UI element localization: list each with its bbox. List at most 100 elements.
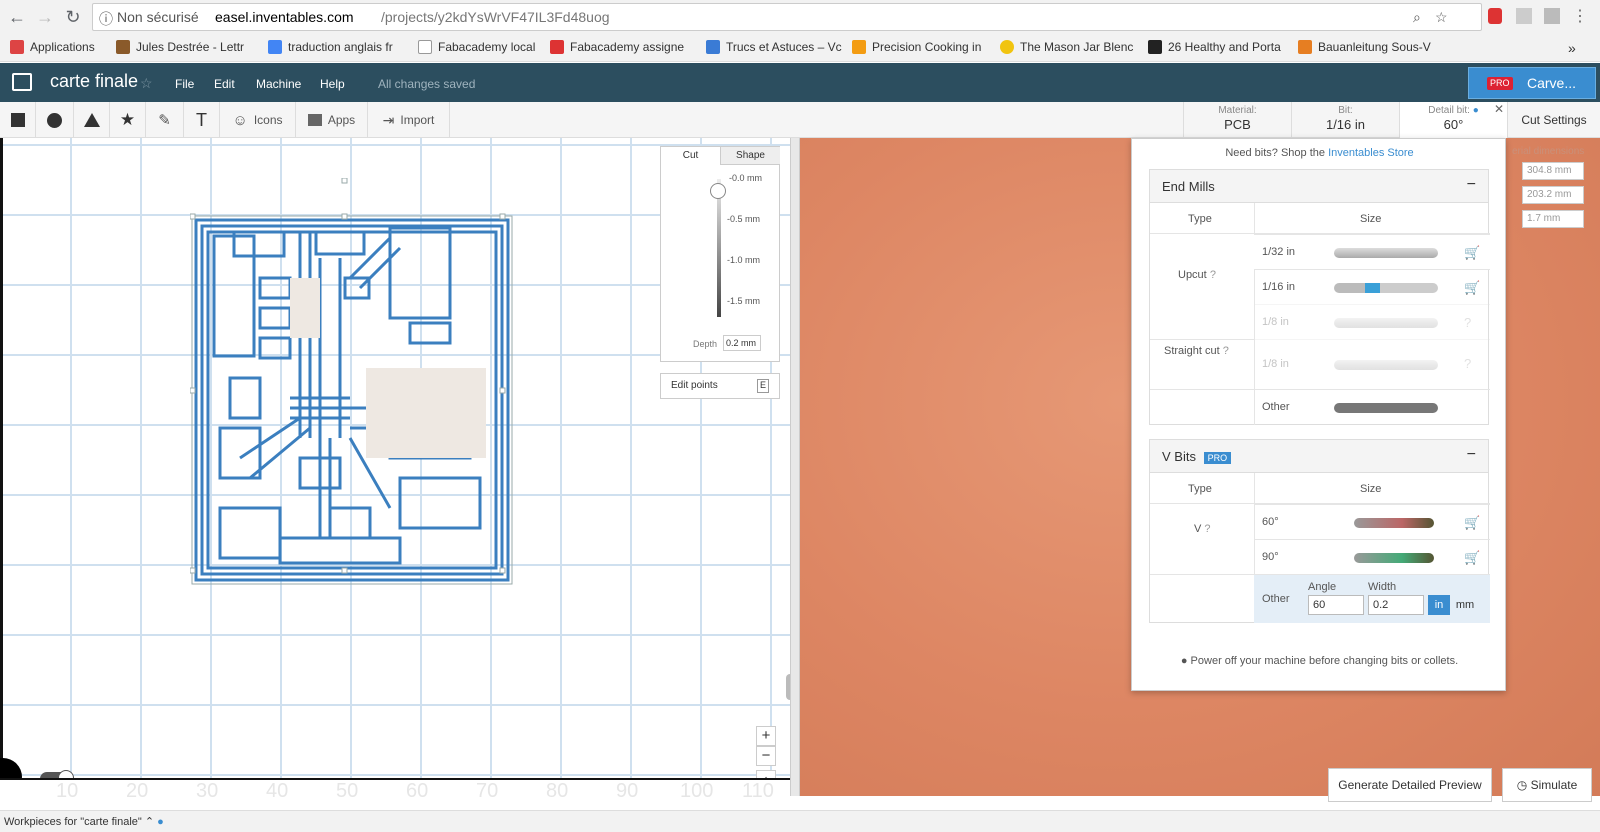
bookmark-item[interactable]: traduction anglais fr <box>268 40 393 54</box>
collapse-icon[interactable]: − <box>1467 176 1476 194</box>
v-bit-row-90[interactable]: 90° 🛒 <box>1254 539 1490 574</box>
import-tool[interactable]: ⇥ Import <box>368 102 450 138</box>
apps-tool[interactable]: Apps <box>296 102 368 138</box>
simulate-button[interactable]: ◷ Simulate <box>1502 768 1592 802</box>
detail-bit-selector[interactable]: Detail bit: ● 60° <box>1399 102 1507 138</box>
ruler-label: 40 <box>266 780 289 802</box>
bookmark-item[interactable]: Bauanleitung Sous-V <box>1298 40 1431 54</box>
zoom-icon[interactable]: ⌕ <box>1413 9 1421 26</box>
material-selector[interactable]: Material: PCB <box>1183 102 1291 138</box>
menu-dots-icon[interactable]: ⋮ <box>1572 6 1588 26</box>
v-bits-header[interactable]: V Bits PRO − <box>1149 439 1489 473</box>
back-arrow-icon[interactable]: ← <box>6 6 28 28</box>
facebook-extension-icon[interactable] <box>1544 8 1560 24</box>
v-bit-row-60[interactable]: 60° 🛒 <box>1254 504 1490 539</box>
bookmark-item[interactable]: Fabacademy local <box>418 40 535 54</box>
angle-label: Angle <box>1308 581 1337 593</box>
tab-cut[interactable]: Cut <box>661 147 720 165</box>
apps-grid-icon <box>10 40 24 54</box>
bit-selector[interactable]: Bit: 1/16 in <box>1291 102 1399 138</box>
zoom-in-button[interactable]: + <box>756 726 776 746</box>
height-field[interactable]: 203.2 mm <box>1522 186 1584 204</box>
depth-slider-handle[interactable] <box>710 183 726 199</box>
menu-edit[interactable]: Edit <box>214 77 235 91</box>
zoom-out-button[interactable]: − <box>756 746 776 766</box>
help-icon[interactable]: ? <box>1223 345 1229 357</box>
width-input[interactable]: 0.2 <box>1368 595 1424 615</box>
reload-icon[interactable]: ↻ <box>62 6 84 28</box>
bit-row-other[interactable]: Other <box>1254 390 1490 425</box>
collapse-icon[interactable]: − <box>1467 446 1476 464</box>
v-label: V ? <box>1194 523 1211 535</box>
help-icon[interactable]: ? <box>1464 356 1471 371</box>
carve-button[interactable]: PRO Carve... <box>1468 67 1596 99</box>
ruler-label: 90 <box>616 780 639 802</box>
bit-row-1-8-straight[interactable]: 1/8 in ? <box>1254 339 1490 389</box>
triangle-shape-tool[interactable] <box>74 102 110 138</box>
bit-row-1-32[interactable]: 1/32 in 🛒 <box>1254 234 1490 269</box>
bookmark-item[interactable]: Jules Destrée - Lettr <box>116 40 244 54</box>
canvas-edge <box>0 138 3 796</box>
inventables-store-link[interactable]: Inventables Store <box>1328 147 1414 159</box>
menu-machine[interactable]: Machine <box>256 77 301 91</box>
bookmark-item[interactable]: Trucs et Astuces – Vc <box>706 40 842 54</box>
end-mills-header[interactable]: End Mills − <box>1149 169 1489 203</box>
unit-in-button[interactable]: in <box>1428 595 1450 615</box>
close-icon[interactable]: ✕ <box>1494 102 1504 116</box>
favorite-star-icon[interactable]: ☆ <box>140 75 153 92</box>
pen-tool[interactable]: ✎ <box>146 102 184 138</box>
workpieces-bar[interactable]: Workpieces for "carte finale" ⌃ ● <box>0 810 1600 832</box>
bit-row-1-16[interactable]: 1/16 in 🛒 <box>1254 269 1490 304</box>
cart-icon[interactable]: 🛒 <box>1464 245 1480 261</box>
info-icon: ⓘ <box>99 11 113 27</box>
material-dimensions-label: erial dimensions <box>1512 146 1585 157</box>
icons-tool[interactable]: ☺ Icons <box>220 102 296 138</box>
material-dimensions: erial dimensions 304.8 mm 203.2 mm 1.7 m… <box>1506 144 1600 244</box>
cut-settings-button[interactable]: Cut Settings <box>1507 102 1600 138</box>
square-shape-tool[interactable] <box>0 102 36 138</box>
pdf-extension-icon[interactable] <box>1516 8 1532 24</box>
help-icon[interactable]: ? <box>1210 269 1216 281</box>
text-tool[interactable]: T <box>184 102 220 138</box>
end-mill-image <box>1334 248 1438 258</box>
more-bookmarks-icon[interactable]: » <box>1568 40 1576 56</box>
depth-input[interactable]: 0.2 mm <box>723 335 761 351</box>
bookmark-item[interactable]: The Mason Jar Blenc <box>1000 40 1133 54</box>
project-title[interactable]: carte finale <box>50 71 138 92</box>
menu-help[interactable]: Help <box>320 77 345 91</box>
pane-divider[interactable] <box>790 138 800 796</box>
angle-input[interactable]: 60 <box>1308 595 1364 615</box>
address-bar[interactable]: ⓘ Non sécurisé easel.inventables.com /pr… <box>92 3 1482 31</box>
bookmark-favicon <box>852 40 866 54</box>
forward-arrow-icon[interactable]: → <box>34 6 56 28</box>
thickness-field[interactable]: 1.7 mm <box>1522 210 1584 228</box>
menu-file[interactable]: File <box>175 77 194 91</box>
bookmark-item[interactable]: Fabacademy assigne <box>550 40 684 54</box>
circle-shape-tool[interactable] <box>36 102 74 138</box>
pro-badge: PRO <box>1487 77 1513 90</box>
bookmark-item[interactable]: 26 Healthy and Porta <box>1148 40 1281 54</box>
tab-shape[interactable]: Shape <box>720 147 780 165</box>
pcb-design[interactable] <box>190 178 515 588</box>
extension-icon[interactable] <box>1488 8 1502 24</box>
width-field[interactable]: 304.8 mm <box>1522 162 1584 180</box>
help-icon[interactable]: ? <box>1204 523 1210 535</box>
bookmark-item[interactable]: Precision Cooking in <box>852 40 981 54</box>
chevron-up-icon[interactable]: ⌃ <box>145 816 154 828</box>
depth-slider-track[interactable] <box>717 179 721 317</box>
star-icon[interactable]: ☆ <box>1435 9 1448 26</box>
edit-points-button[interactable]: Edit points E <box>660 373 780 399</box>
cart-icon[interactable]: 🛒 <box>1464 515 1480 531</box>
v-bit-row-other[interactable]: Other Angle 60 Width 0.2 in mm <box>1254 575 1490 623</box>
help-icon[interactable]: ● <box>157 816 164 828</box>
monitor-icon[interactable] <box>12 73 32 91</box>
cart-icon[interactable]: 🛒 <box>1464 550 1480 566</box>
cart-icon[interactable]: 🛒 <box>1464 280 1480 296</box>
help-icon[interactable]: ? <box>1464 315 1471 330</box>
star-shape-tool[interactable]: ★ <box>110 102 146 138</box>
url-host: easel.inventables.com <box>215 9 354 25</box>
bit-row-1-8-upcut[interactable]: 1/8 in ? <box>1254 304 1490 339</box>
unit-mm-button[interactable]: mm <box>1452 595 1478 615</box>
generate-preview-button[interactable]: Generate Detailed Preview <box>1328 768 1492 802</box>
bookmark-applications[interactable]: Applications <box>10 40 95 54</box>
